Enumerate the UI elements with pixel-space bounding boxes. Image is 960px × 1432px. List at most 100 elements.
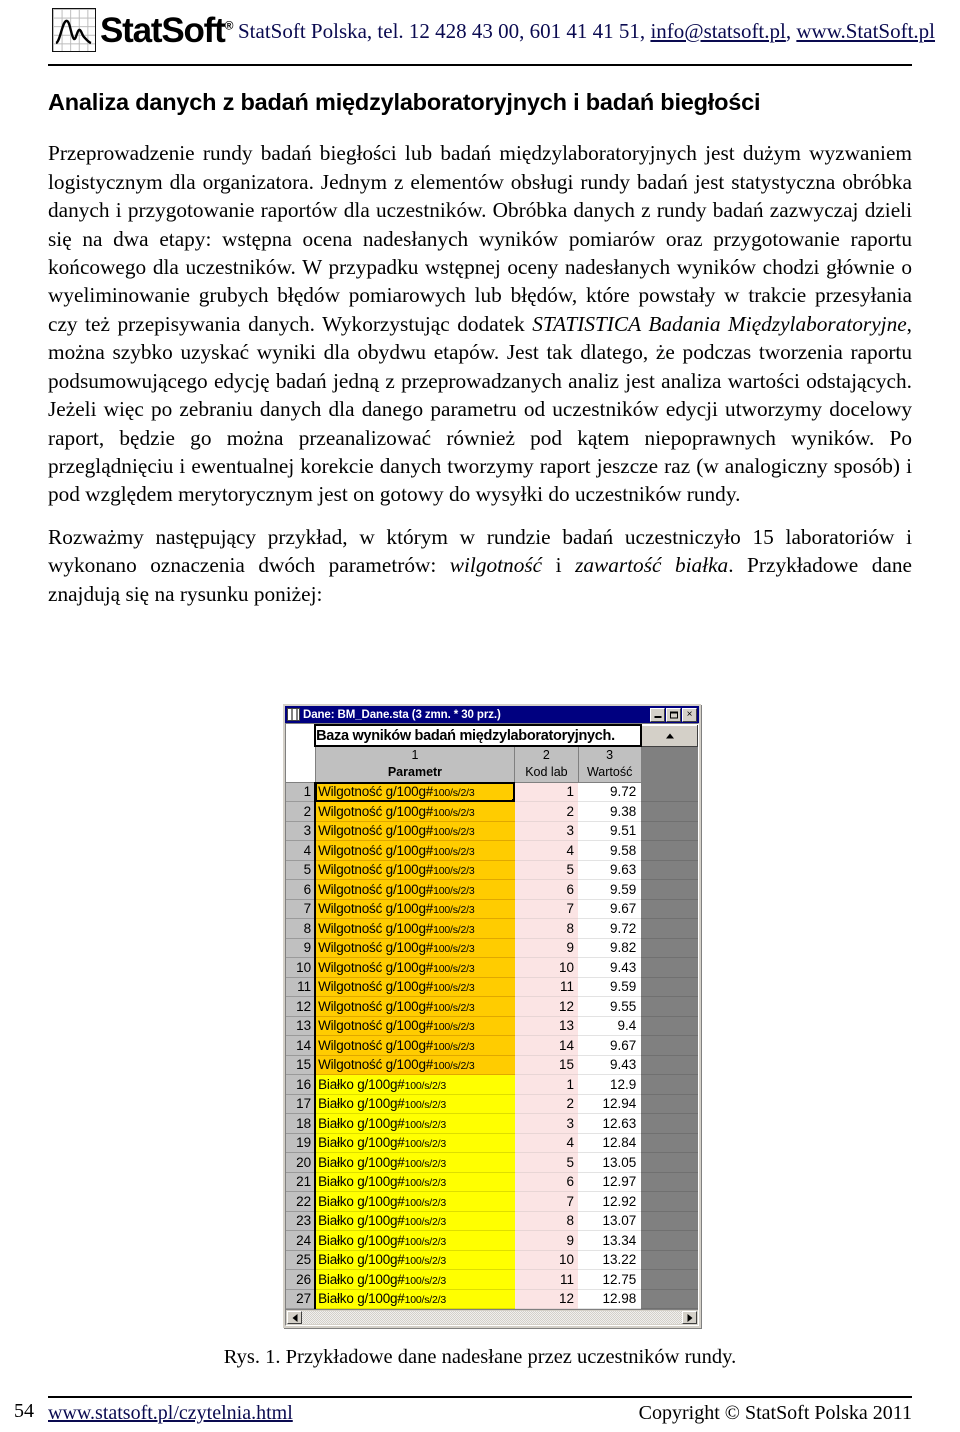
cell-kod-lab[interactable]: 4: [514, 840, 579, 861]
cell-wartosc[interactable]: 12.92: [578, 1191, 642, 1212]
cell-parametr[interactable]: Wilgotność g/100g#100/s/2/3: [314, 977, 515, 997]
cell-wartosc[interactable]: 12.75: [578, 1269, 642, 1290]
cell-wartosc[interactable]: 12.84: [578, 1133, 642, 1153]
row-number[interactable]: 3: [286, 821, 316, 841]
table-row[interactable]: 10 Wilgotność g/100g#100/s/2/3 10 9.43: [286, 957, 698, 978]
cell-wartosc[interactable]: 9.58: [578, 840, 642, 861]
row-number[interactable]: 20: [286, 1152, 316, 1173]
row-number[interactable]: 17: [286, 1094, 316, 1114]
table-row[interactable]: 12 Wilgotność g/100g#100/s/2/3 12 9.55: [286, 996, 698, 1017]
table-row[interactable]: 21 Białko g/100g#100/s/2/3 6 12.97: [286, 1172, 698, 1192]
cell-wartosc[interactable]: 9.72: [578, 782, 642, 802]
cell-parametr[interactable]: Białko g/100g#100/s/2/3: [314, 1074, 515, 1095]
cell-parametr[interactable]: Wilgotność g/100g#100/s/2/3: [314, 821, 515, 841]
row-number[interactable]: 5: [286, 860, 316, 880]
cell-parametr[interactable]: Wilgotność g/100g#100/s/2/3: [314, 879, 515, 900]
dataset-banner[interactable]: Baza wyników badań międzylaboratoryjnych…: [314, 724, 643, 747]
table-row[interactable]: 23 Białko g/100g#100/s/2/3 8 13.07: [286, 1211, 698, 1231]
cell-kod-lab[interactable]: 15: [514, 1055, 579, 1075]
cell-kod-lab[interactable]: 9: [514, 938, 579, 958]
cell-wartosc[interactable]: 9.59: [578, 977, 642, 997]
cell-kod-lab[interactable]: 8: [514, 1211, 579, 1231]
cell-wartosc[interactable]: 9.38: [578, 801, 642, 822]
table-row[interactable]: 3 Wilgotność g/100g#100/s/2/3 3 9.51: [286, 821, 698, 841]
cell-wartosc[interactable]: 12.63: [578, 1113, 642, 1134]
cell-parametr[interactable]: Białko g/100g#100/s/2/3: [314, 1269, 515, 1290]
cell-wartosc[interactable]: 13.22: [578, 1250, 642, 1270]
cell-wartosc[interactable]: 9.43: [578, 957, 642, 978]
cell-parametr[interactable]: Białko g/100g#100/s/2/3: [314, 1113, 515, 1134]
row-number[interactable]: 2: [286, 801, 316, 822]
cell-parametr[interactable]: Białko g/100g#100/s/2/3: [314, 1172, 515, 1192]
row-number[interactable]: 26: [286, 1269, 316, 1290]
cell-wartosc[interactable]: 12.97: [578, 1172, 642, 1192]
window-titlebar[interactable]: Dane: BM_Dane.sta (3 zmn. * 30 prz.) ×: [285, 706, 699, 723]
cell-kod-lab[interactable]: 14: [514, 1035, 579, 1056]
row-number[interactable]: 18: [286, 1113, 316, 1134]
footer-link[interactable]: www.statsoft.pl/czytelnia.html: [48, 1402, 293, 1424]
cell-kod-lab[interactable]: 6: [514, 879, 579, 900]
table-row[interactable]: 18 Białko g/100g#100/s/2/3 3 12.63: [286, 1113, 698, 1134]
scroll-left-button[interactable]: [287, 1311, 302, 1324]
row-number[interactable]: 8: [286, 918, 316, 939]
row-number[interactable]: 24: [286, 1230, 316, 1251]
cell-kod-lab[interactable]: 13: [514, 1016, 579, 1036]
table-row[interactable]: 15 Wilgotność g/100g#100/s/2/3 15 9.43: [286, 1055, 698, 1075]
cell-parametr[interactable]: Wilgotność g/100g#100/s/2/3: [314, 1055, 515, 1075]
row-number[interactable]: 23: [286, 1211, 316, 1231]
scroll-right-button[interactable]: [682, 1311, 697, 1324]
cell-parametr[interactable]: Wilgotność g/100g#100/s/2/3: [314, 957, 515, 978]
cell-kod-lab[interactable]: 7: [514, 1191, 579, 1212]
table-row[interactable]: 2 Wilgotność g/100g#100/s/2/3 2 9.38: [286, 801, 698, 822]
row-number[interactable]: 4: [286, 840, 316, 861]
cell-kod-lab[interactable]: 1: [514, 1074, 579, 1095]
table-row[interactable]: 17 Białko g/100g#100/s/2/3 2 12.94: [286, 1094, 698, 1114]
cell-parametr[interactable]: Białko g/100g#100/s/2/3: [314, 1230, 515, 1251]
cell-kod-lab[interactable]: 10: [514, 1250, 579, 1270]
table-row[interactable]: 25 Białko g/100g#100/s/2/3 10 13.22: [286, 1250, 698, 1270]
cell-parametr[interactable]: Wilgotność g/100g#100/s/2/3: [314, 899, 515, 919]
vertical-scroll-up-button[interactable]: [640, 724, 699, 747]
column-header-wartosc[interactable]: 3 Wartość: [578, 746, 642, 783]
table-row[interactable]: 9 Wilgotność g/100g#100/s/2/3 9 9.82: [286, 938, 698, 958]
cell-kod-lab[interactable]: 7: [514, 899, 579, 919]
cell-parametr[interactable]: Białko g/100g#100/s/2/3: [314, 1191, 515, 1212]
cell-wartosc[interactable]: 9.67: [578, 1035, 642, 1056]
cell-kod-lab[interactable]: 2: [514, 801, 579, 822]
cell-wartosc[interactable]: 12.94: [578, 1094, 642, 1114]
table-row[interactable]: 13 Wilgotność g/100g#100/s/2/3 13 9.4: [286, 1016, 698, 1036]
table-row[interactable]: 11 Wilgotność g/100g#100/s/2/3 11 9.59: [286, 977, 698, 997]
row-number[interactable]: 16: [286, 1074, 316, 1095]
cell-wartosc[interactable]: 9.82: [578, 938, 642, 958]
cell-wartosc[interactable]: 12.98: [578, 1289, 642, 1309]
cell-parametr[interactable]: Wilgotność g/100g#100/s/2/3: [314, 860, 515, 880]
table-row[interactable]: 16 Białko g/100g#100/s/2/3 1 12.9: [286, 1074, 698, 1095]
row-number[interactable]: 7: [286, 899, 316, 919]
row-number[interactable]: 10: [286, 957, 316, 978]
maximize-button[interactable]: [666, 707, 681, 722]
cell-kod-lab[interactable]: 11: [514, 1269, 579, 1290]
cell-wartosc[interactable]: 13.05: [578, 1152, 642, 1173]
selection-fill-handle[interactable]: [511, 799, 515, 801]
table-row[interactable]: 6 Wilgotność g/100g#100/s/2/3 6 9.59: [286, 879, 698, 900]
column-header-kod-lab[interactable]: 2 Kod lab: [514, 746, 579, 783]
cell-parametr[interactable]: Wilgotność g/100g#100/s/2/3: [314, 782, 515, 802]
cell-wartosc[interactable]: 9.55: [578, 996, 642, 1017]
cell-wartosc[interactable]: 9.67: [578, 899, 642, 919]
table-row[interactable]: 14 Wilgotność g/100g#100/s/2/3 14 9.67: [286, 1035, 698, 1056]
row-number[interactable]: 13: [286, 1016, 316, 1036]
horizontal-scrollbar[interactable]: [286, 1309, 698, 1325]
table-row[interactable]: 19 Białko g/100g#100/s/2/3 4 12.84: [286, 1133, 698, 1153]
cell-kod-lab[interactable]: 2: [514, 1094, 579, 1114]
cell-kod-lab[interactable]: 5: [514, 1152, 579, 1173]
cell-kod-lab[interactable]: 4: [514, 1133, 579, 1153]
cell-wartosc[interactable]: 12.9: [578, 1074, 642, 1095]
cell-kod-lab[interactable]: 12: [514, 996, 579, 1017]
table-row[interactable]: 8 Wilgotność g/100g#100/s/2/3 8 9.72: [286, 918, 698, 939]
cell-parametr[interactable]: Białko g/100g#100/s/2/3: [314, 1250, 515, 1270]
cell-parametr[interactable]: Białko g/100g#100/s/2/3: [314, 1211, 515, 1231]
cell-kod-lab[interactable]: 6: [514, 1172, 579, 1192]
close-button[interactable]: ×: [682, 707, 697, 722]
row-number[interactable]: 14: [286, 1035, 316, 1056]
cell-parametr[interactable]: Wilgotność g/100g#100/s/2/3: [314, 801, 515, 822]
